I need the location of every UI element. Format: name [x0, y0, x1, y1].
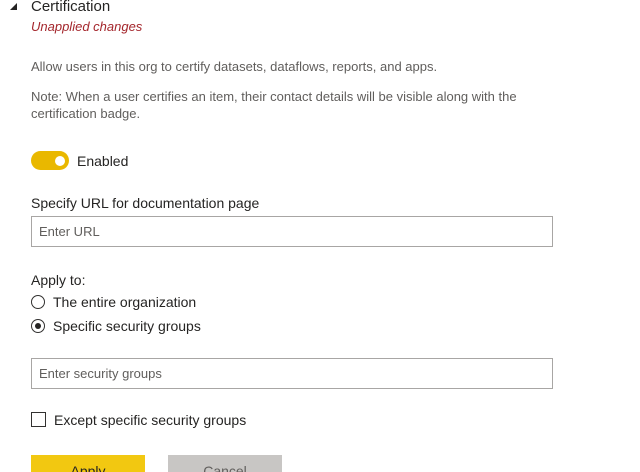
triangle-down-icon[interactable]	[8, 2, 20, 14]
specific-security-groups-radio[interactable]	[31, 319, 45, 333]
entire-organization-radio[interactable]	[31, 295, 45, 309]
section-title[interactable]: Certification	[31, 0, 110, 17]
except-security-groups-label[interactable]: Except specific security groups	[54, 411, 246, 429]
setting-note: Note: When a user certifies an item, the…	[31, 89, 517, 121]
radio-selected-dot	[35, 323, 41, 329]
apply-to-label: Apply to:	[31, 272, 86, 288]
documentation-url-input[interactable]	[31, 216, 553, 247]
documentation-url-label: Specify URL for documentation page	[31, 195, 260, 211]
enabled-toggle-label: Enabled	[77, 153, 129, 169]
except-security-groups-checkbox[interactable]	[31, 412, 46, 427]
specific-security-groups-label[interactable]: Specific security groups	[53, 317, 201, 335]
apply-button[interactable]: Apply	[31, 455, 145, 472]
toggle-knob	[55, 155, 65, 166]
entire-organization-label[interactable]: The entire organization	[53, 293, 196, 311]
setting-description: Allow users in this org to certify datas…	[31, 59, 438, 74]
unapplied-changes-status: Unapplied changes	[31, 19, 143, 34]
enabled-toggle[interactable]	[31, 151, 69, 170]
security-groups-input[interactable]	[31, 358, 553, 389]
cancel-button[interactable]: Cancel	[168, 455, 282, 472]
